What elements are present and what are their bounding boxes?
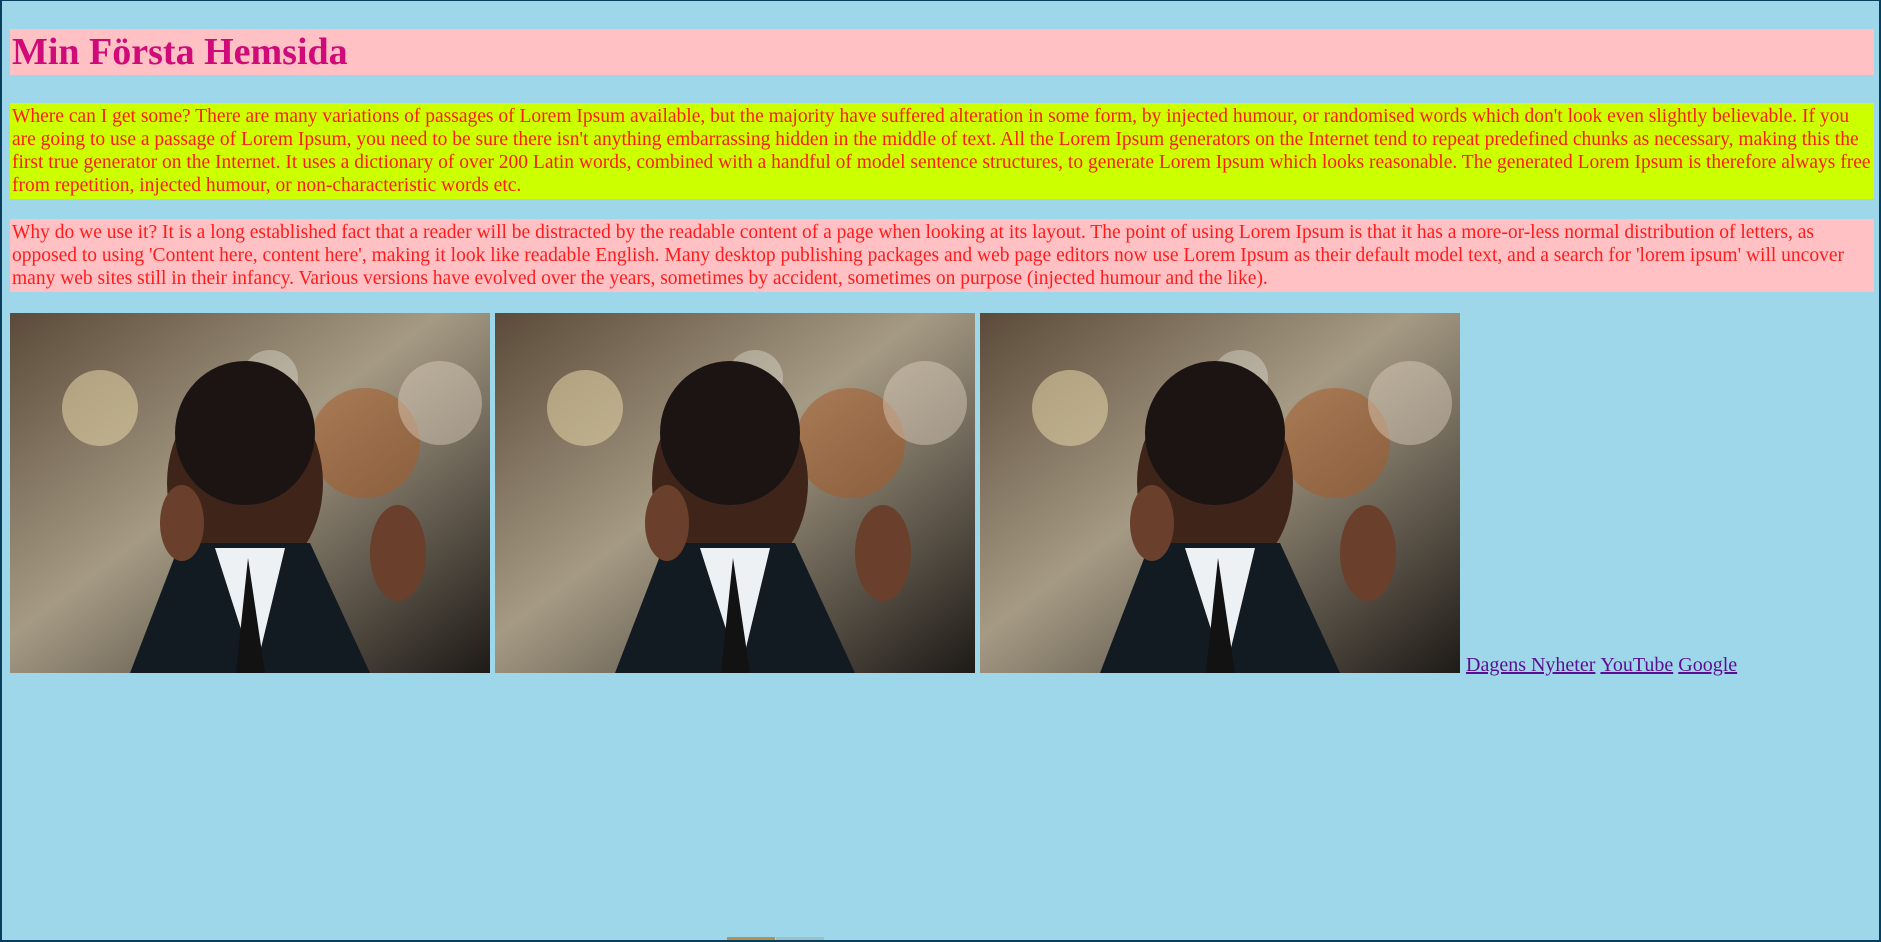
- link-google[interactable]: Google: [1678, 655, 1737, 675]
- photo-2-image: [495, 313, 975, 673]
- external-links: Dagens Nyheter YouTube Google: [1466, 655, 1737, 675]
- photo-3-image: [980, 313, 1460, 673]
- photo-3: [980, 313, 1460, 673]
- photo-1: [10, 313, 490, 673]
- intro-paragraph: Where can I get some? There are many var…: [10, 103, 1874, 199]
- link-dagens-nyheter[interactable]: Dagens Nyheter: [1466, 655, 1595, 675]
- page-content: Min Första Hemsida Where can I get some?…: [10, 29, 1874, 675]
- photo-1-image: [10, 313, 490, 673]
- photo-2: [495, 313, 975, 673]
- bottom-indicator-left: [727, 937, 775, 940]
- link-youtube[interactable]: YouTube: [1600, 655, 1673, 675]
- bottom-indicator-right: [776, 937, 824, 940]
- why-paragraph: Why do we use it? It is a long establish…: [10, 219, 1874, 292]
- image-gallery: Dagens Nyheter YouTube Google: [10, 313, 1874, 675]
- page-title: Min Första Hemsida: [10, 29, 1874, 75]
